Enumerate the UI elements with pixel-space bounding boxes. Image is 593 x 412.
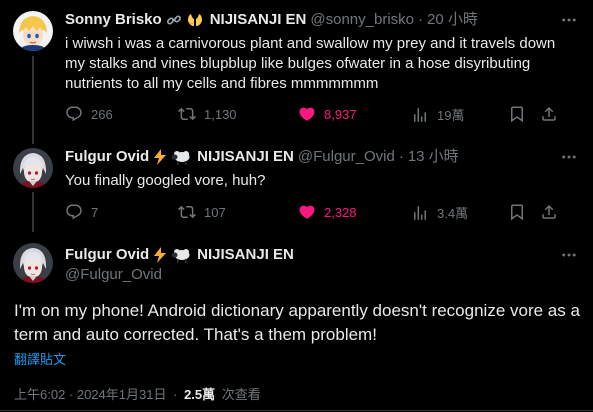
author-name[interactable]: Sonny Brisko: [65, 10, 162, 30]
share-icon: [540, 203, 558, 221]
author-badge: NIJISANJI EN: [197, 148, 294, 165]
more-icon[interactable]: [559, 10, 579, 30]
retweet-count: 1,130: [204, 106, 237, 122]
tweet-header: Fulgur Ovid NIJISANJI EN: [65, 245, 294, 265]
share-button[interactable]: [540, 203, 558, 221]
retweet-icon: [178, 105, 196, 123]
bookmark-button[interactable]: [508, 105, 526, 123]
views-count: 2.5萬: [184, 387, 216, 402]
author-badge: NIJISANJI EN: [197, 246, 294, 263]
like-icon: [298, 105, 316, 123]
reply-count: 266: [91, 106, 113, 122]
reply-icon: [65, 105, 83, 123]
views-label: 次查看: [221, 387, 261, 402]
retweet-button[interactable]: 107: [178, 203, 226, 221]
divider: [0, 410, 593, 411]
reply-button[interactable]: 7: [65, 203, 98, 221]
author-name[interactable]: Fulgur Ovid: [65, 245, 149, 265]
tweet-meta: 上午6:02 · 2024年1月31日 · 2.5萬 次查看: [14, 384, 261, 403]
views-icon: [411, 106, 429, 124]
views-icon: [411, 204, 429, 222]
separator: ·: [398, 148, 404, 165]
retweet-button[interactable]: 1,130: [178, 105, 237, 123]
link-emoji: [166, 12, 182, 28]
separator: ·: [173, 387, 178, 402]
tweet-text: i wiwsh i was a carnivorous plant and sw…: [65, 35, 556, 92]
sheep-emoji: [171, 149, 191, 165]
author-handle[interactable]: @Fulgur_Ovid: [65, 265, 162, 285]
reply-icon: [65, 203, 83, 221]
thread-line: [32, 192, 34, 232]
views-button[interactable]: 19萬: [411, 105, 464, 124]
views-count: 3.4萬: [437, 206, 469, 221]
lightning-emoji: [153, 149, 167, 165]
views-button[interactable]: 3.4萬: [411, 203, 468, 222]
retweet-icon: [178, 203, 196, 221]
separator: ·: [418, 11, 423, 28]
bookmark-icon: [508, 203, 526, 221]
timestamp[interactable]: 13 小時: [408, 147, 459, 167]
sheep-emoji: [171, 247, 191, 263]
views-count: 19萬: [437, 108, 465, 123]
author-badge: NIJISANJI EN: [209, 11, 307, 28]
retweet-count: 107: [204, 204, 226, 220]
more-icon[interactable]: [559, 147, 579, 167]
like-icon: [298, 203, 316, 221]
bookmark-icon: [508, 105, 526, 123]
author-name[interactable]: Fulgur Ovid: [65, 147, 149, 167]
avatar[interactable]: [13, 148, 53, 188]
timestamp[interactable]: 上午6:02 · 2024年1月31日: [14, 387, 166, 402]
like-button[interactable]: 2,328: [298, 203, 357, 221]
timestamp[interactable]: 20 小時: [427, 10, 478, 30]
like-count: 8,937: [324, 106, 357, 122]
tweet-header: Fulgur Ovid NIJISANJI EN @Fulgur_Ovid · …: [65, 147, 459, 167]
tweet-text: I'm on my phone! Android dictionary appa…: [14, 301, 580, 344]
share-button[interactable]: [540, 105, 558, 123]
thread-line: [32, 56, 34, 144]
more-icon[interactable]: [559, 245, 579, 265]
share-icon: [540, 105, 558, 123]
author-handle[interactable]: @Fulgur_Ovid: [298, 147, 395, 167]
author-handle-line: @Fulgur_Ovid: [65, 265, 162, 285]
reply-count: 7: [91, 204, 99, 220]
lightning-emoji: [153, 247, 167, 263]
author-handle[interactable]: @sonny_brisko: [310, 10, 414, 30]
like-button[interactable]: 8,937: [298, 105, 357, 123]
avatar[interactable]: [13, 243, 53, 283]
hands-emoji: [186, 12, 204, 28]
avatar[interactable]: [13, 11, 53, 51]
bookmark-button[interactable]: [508, 203, 526, 221]
like-count: 2,328: [324, 204, 357, 220]
reply-button[interactable]: 266: [65, 105, 113, 123]
translate-link[interactable]: 翻譯貼文: [14, 349, 66, 368]
tweet-header: Sonny Brisko NIJISANJI EN @sonny_brisko …: [65, 10, 478, 30]
tweet-text: You finally googled vore, huh?: [65, 172, 266, 189]
